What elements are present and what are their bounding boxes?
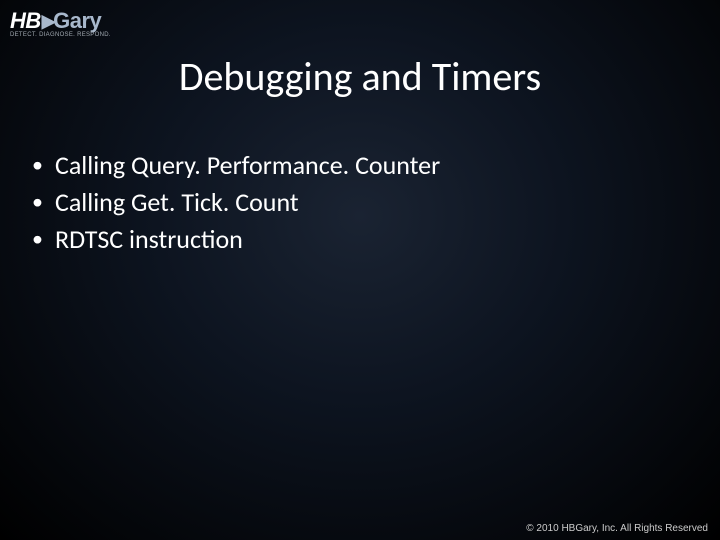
list-item: • Calling Get. Tick. Count [32,185,440,220]
bullet-icon: • [32,222,43,255]
bullet-icon: • [32,148,43,181]
bullet-text: RDTSC instruction [55,222,243,257]
logo-hb-text: HB [10,8,41,34]
bullet-icon: • [32,185,43,218]
brand-logo: HB ▶ Gary DETECT. DIAGNOSE. RESPOND. [10,8,111,38]
bullet-text: Calling Get. Tick. Count [55,185,299,220]
logo-wordmark: HB ▶ Gary [10,8,101,34]
list-item: • Calling Query. Performance. Counter [32,148,440,183]
copyright-text: © 2010 HBGary, Inc. All Rights Reserved [526,523,708,534]
slide-title: Debugging and Timers [0,52,720,101]
bullet-text: Calling Query. Performance. Counter [55,148,440,183]
bullet-list: • Calling Query. Performance. Counter • … [32,148,440,259]
logo-gary-text: Gary [53,8,101,34]
logo-tagline: DETECT. DIAGNOSE. RESPOND. [10,32,111,38]
list-item: • RDTSC instruction [32,222,440,257]
